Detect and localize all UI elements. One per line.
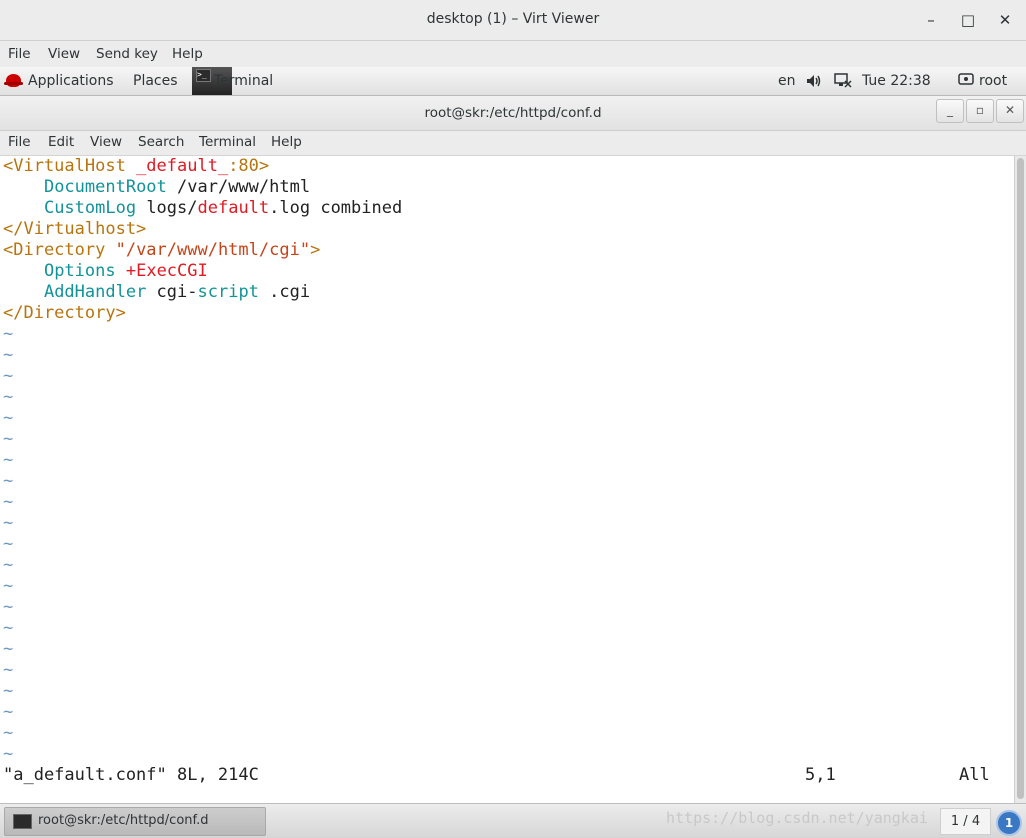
terminal-scrollbar[interactable] (1014, 156, 1026, 803)
code-line: AddHandler cgi-script .cgi (43, 282, 311, 302)
terminal-window-controls: _ ▫ ✕ (936, 96, 1026, 125)
empty-line-marker: ~ (3, 597, 14, 617)
empty-line-marker: ~ (3, 702, 14, 722)
terminal-menu-terminal[interactable]: Terminal (199, 134, 256, 150)
empty-line-marker: ~ (3, 723, 14, 743)
empty-line-marker: ~ (3, 450, 14, 470)
empty-line-marker: ~ (3, 345, 14, 365)
taskbar-terminal-button[interactable]: root@skr:/etc/httpd/conf.d (4, 807, 266, 836)
empty-line-marker: ~ (3, 576, 14, 596)
terminal-menu-search[interactable]: Search (138, 134, 184, 150)
redhat-icon (4, 74, 23, 87)
terminal-menu-view[interactable]: View (90, 134, 122, 150)
vim-status-position: 5,1 (805, 765, 836, 785)
empty-line-marker: ~ (3, 408, 14, 428)
code-line: <VirtualHost _default_:80> (3, 156, 270, 176)
menu-help[interactable]: Help (172, 46, 203, 62)
empty-line-marker: ~ (3, 618, 14, 638)
empty-line-marker: ~ (3, 429, 14, 449)
empty-line-marker: ~ (3, 744, 14, 764)
watermark-text: https://blog.csdn.net/yangkai (666, 809, 928, 827)
code-line: CustomLog logs/default.log combined (43, 198, 403, 218)
terminal-menu-file[interactable]: File (8, 134, 31, 150)
terminal-close-button[interactable]: ✕ (996, 99, 1024, 123)
terminal-title: root@skr:/etc/httpd/conf.d (424, 105, 602, 121)
empty-line-marker: ~ (3, 492, 14, 512)
terminal-icon: >_ (196, 69, 211, 82)
terminal-content[interactable]: <VirtualHost _default_:80> DocumentRoot … (0, 156, 1014, 803)
terminal-menubar: File Edit View Search Terminal Help (0, 131, 1026, 156)
window-close-button[interactable]: ✕ (993, 8, 1017, 32)
code-line: </Virtualhost> (3, 219, 147, 239)
virt-viewer-menubar: File View Send key Help (0, 41, 1026, 68)
empty-line-marker: ~ (3, 324, 14, 344)
vim-status-view: All (959, 765, 990, 785)
vim-status-file: "a_default.conf" 8L, 214C (3, 765, 259, 785)
places-menu[interactable]: Places (133, 73, 178, 89)
window-minimize-button[interactable]: – (919, 8, 943, 32)
empty-line-marker: ~ (3, 534, 14, 554)
terminal-menu-edit[interactable]: Edit (48, 134, 74, 150)
menu-view[interactable]: View (48, 46, 80, 62)
empty-line-marker: ~ (3, 387, 14, 407)
terminal-minimize-button[interactable]: _ (936, 99, 964, 123)
menu-file[interactable]: File (8, 46, 31, 62)
clock[interactable]: Tue 22:38 (862, 73, 931, 89)
bottom-taskbar: root@skr:/etc/httpd/conf.d https://blog.… (0, 803, 1026, 838)
empty-line-marker: ~ (3, 660, 14, 680)
code-line: Options +ExecCGI (43, 261, 208, 281)
empty-line-marker: ~ (3, 681, 14, 701)
empty-line-marker: ~ (3, 639, 14, 659)
volume-icon[interactable] (806, 74, 823, 88)
terminal-menu-help[interactable]: Help (271, 134, 302, 150)
code-line: </Directory> (3, 303, 126, 323)
menu-send-key[interactable]: Send key (96, 46, 158, 62)
terminal-task-label[interactable]: Terminal (214, 73, 273, 89)
empty-line-marker: ~ (3, 366, 14, 386)
empty-line-marker: ~ (3, 471, 14, 491)
language-indicator[interactable]: en (778, 73, 796, 89)
gnome-top-panel: Applications Places >_ Terminal en Tue 2… (0, 67, 1026, 96)
empty-line-marker: ~ (3, 513, 14, 533)
virt-viewer-titlebar: desktop (1) – Virt Viewer – □ ✕ (0, 0, 1026, 41)
empty-line-marker: ~ (3, 555, 14, 575)
applications-menu[interactable]: Applications (28, 73, 114, 89)
scrollbar-thumb[interactable] (1017, 158, 1024, 799)
terminal-titlebar: root@skr:/etc/httpd/conf.d (0, 96, 1026, 131)
terminal-icon (13, 814, 32, 829)
code-line: <Directory "/var/www/html/cgi"> (3, 240, 321, 260)
notification-icon[interactable]: 1 (996, 810, 1022, 836)
user-icon[interactable] (958, 73, 974, 87)
workspace-pager[interactable]: 1 / 4 (940, 808, 991, 835)
taskbar-terminal-label: root@skr:/etc/httpd/conf.d (38, 813, 209, 828)
network-icon[interactable] (834, 73, 852, 89)
terminal-maximize-button[interactable]: ▫ (966, 99, 994, 123)
virt-viewer-title: desktop (1) – Virt Viewer (426, 11, 600, 27)
user-menu[interactable]: root (979, 73, 1007, 89)
code-line: DocumentRoot /var/www/html (43, 177, 311, 197)
window-maximize-button[interactable]: □ (956, 8, 980, 32)
